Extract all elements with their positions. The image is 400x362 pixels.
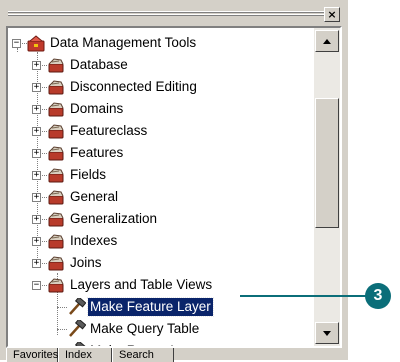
callout-leader-line bbox=[240, 295, 370, 297]
toolset-icon bbox=[46, 254, 66, 272]
expand-icon[interactable]: + bbox=[32, 127, 41, 136]
tree-node[interactable]: Data Management Tools bbox=[26, 32, 308, 54]
collapse-icon[interactable]: − bbox=[32, 281, 41, 290]
toolset-icon bbox=[46, 166, 66, 184]
expand-icon[interactable]: + bbox=[32, 83, 41, 92]
tree-node-label: Features bbox=[70, 145, 124, 160]
tree-node[interactable]: Fields bbox=[46, 164, 308, 186]
toolset-icon bbox=[46, 276, 66, 294]
toolset-icon bbox=[46, 56, 66, 74]
tab-label: Search bbox=[119, 349, 154, 361]
arctoolbox-panel: × − Data Management Tools + Database + Discon… bbox=[0, 0, 348, 362]
toolbox-tree-view[interactable]: − Data Management Tools + Database + Disconne… bbox=[6, 26, 342, 348]
expand-icon[interactable]: + bbox=[32, 215, 41, 224]
expand-icon[interactable]: + bbox=[32, 149, 41, 158]
scroll-thumb[interactable] bbox=[315, 98, 339, 228]
arrow-up-icon bbox=[323, 39, 331, 44]
tree-node[interactable]: Joins bbox=[46, 252, 308, 274]
expand-icon[interactable]: + bbox=[32, 259, 41, 268]
toolset-icon bbox=[46, 188, 66, 206]
tree-node-label: Make Query Table bbox=[90, 321, 200, 336]
collapse-icon[interactable]: − bbox=[12, 39, 21, 48]
toolset-icon bbox=[46, 78, 66, 96]
tree-node[interactable]: Generalization bbox=[46, 208, 308, 230]
tree-node[interactable]: Features bbox=[46, 142, 308, 164]
tree-node-label: Joins bbox=[70, 255, 102, 270]
grip-line bbox=[8, 15, 324, 16]
tree-node[interactable]: Make Raster Layer bbox=[66, 340, 308, 346]
tab-label: Favorites bbox=[13, 349, 59, 361]
expand-icon[interactable]: + bbox=[32, 105, 41, 114]
toolbox-open-icon bbox=[26, 34, 46, 52]
hammer-icon bbox=[66, 296, 87, 316]
tree-node-label: Featureclass bbox=[70, 123, 148, 138]
toolset-icon bbox=[46, 210, 66, 228]
tree-node-label: General bbox=[70, 189, 119, 204]
tree-node[interactable]: Database bbox=[46, 54, 308, 76]
tree-node[interactable]: Featureclass bbox=[46, 120, 308, 142]
tree: − Data Management Tools + Database + Disconne… bbox=[8, 28, 314, 346]
tree-node-label: Database bbox=[70, 57, 128, 72]
close-icon: × bbox=[327, 8, 337, 21]
expand-icon[interactable]: + bbox=[32, 171, 41, 180]
toolset-icon bbox=[46, 122, 66, 140]
toolset-icon bbox=[46, 232, 66, 250]
hammer-icon bbox=[66, 318, 87, 338]
grip-line bbox=[8, 12, 324, 13]
expand-icon[interactable]: + bbox=[32, 61, 41, 70]
tree-node-label: Indexes bbox=[70, 233, 118, 248]
tree-node-label: Layers and Table Views bbox=[70, 277, 213, 292]
tree-node-label: Fields bbox=[70, 167, 107, 182]
tree-node[interactable]: Make Feature Layer bbox=[66, 296, 308, 318]
toolset-icon bbox=[46, 100, 66, 118]
expand-icon[interactable]: + bbox=[32, 193, 41, 202]
expand-icon[interactable]: + bbox=[32, 237, 41, 246]
tree-node-label: Domains bbox=[70, 101, 124, 116]
toolset-icon bbox=[46, 144, 66, 162]
tree-connector bbox=[17, 48, 18, 52]
panel-titlebar[interactable]: × bbox=[6, 4, 342, 24]
tab-label: Index bbox=[65, 349, 92, 361]
tab-strip: Favorites Index Search bbox=[6, 348, 342, 362]
tree-node[interactable]: Indexes bbox=[46, 230, 308, 252]
tree-node[interactable]: Layers and Table Views bbox=[46, 274, 308, 296]
tree-node[interactable]: General bbox=[46, 186, 308, 208]
tree-node-label: Disconnected Editing bbox=[70, 79, 197, 94]
scroll-down-button[interactable] bbox=[315, 322, 339, 344]
close-button[interactable]: × bbox=[324, 7, 340, 22]
tree-node[interactable]: Disconnected Editing bbox=[46, 76, 308, 98]
arrow-down-icon bbox=[323, 331, 331, 336]
tree-node-label: Generalization bbox=[70, 211, 158, 226]
callout-badge: 3 bbox=[365, 283, 391, 309]
tree-node[interactable]: Make Query Table bbox=[66, 318, 308, 340]
tree-node[interactable]: Domains bbox=[46, 98, 308, 120]
scroll-up-button[interactable] bbox=[315, 30, 339, 52]
tree-node-label: Make Feature Layer bbox=[87, 297, 214, 317]
tree-node-label: Data Management Tools bbox=[50, 35, 197, 50]
vertical-scrollbar[interactable] bbox=[314, 28, 340, 346]
